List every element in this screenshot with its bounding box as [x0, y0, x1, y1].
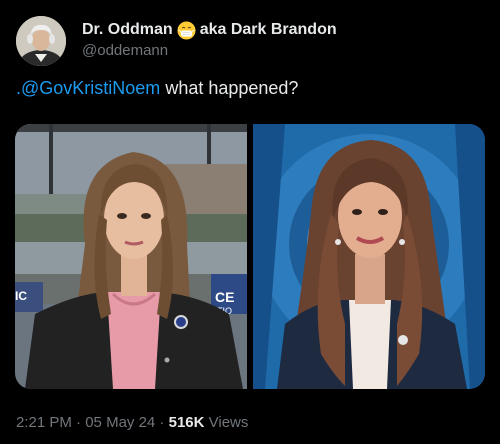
views-count[interactable]: 516K	[169, 414, 205, 431]
tweet-meta: 2:21 PM · 05 May 24 · 516K Views	[16, 414, 248, 431]
tweet-media[interactable]: CE TIO IC	[15, 124, 485, 389]
tweet-time[interactable]: 2:21 PM	[16, 414, 72, 431]
tweet-text: .@GovKristiNoem what happened?	[16, 78, 298, 99]
author-display-name-suffix[interactable]: aka Dark Brandon	[200, 21, 337, 39]
tweet-date[interactable]: 05 May 24	[85, 414, 155, 431]
author-handle[interactable]: @oddemann	[82, 42, 337, 59]
tweet-header: Dr. Oddman aka Dark Brandon @oddemann	[82, 19, 337, 59]
avatar[interactable]	[16, 16, 66, 66]
mask-face-emoji-icon	[177, 20, 196, 40]
author-name-row[interactable]: Dr. Oddman aka Dark Brandon	[82, 19, 337, 41]
left-overlay-text: CE	[215, 289, 234, 305]
left-overlay-text-3: IC	[15, 289, 27, 303]
left-panel: CE TIO IC	[15, 124, 247, 389]
tweet: Dr. Oddman aka Dark Brandon @oddemann .@…	[0, 0, 500, 444]
meta-separator: ·	[71, 414, 86, 431]
views-label: Views	[204, 414, 249, 431]
right-panel	[253, 124, 485, 389]
author-display-name[interactable]: Dr. Oddman	[82, 21, 173, 39]
meta-separator-2: ·	[155, 414, 169, 431]
tweet-body-text: what happened?	[160, 78, 299, 98]
media-image: CE TIO IC	[15, 124, 485, 389]
mention-link[interactable]: .@GovKristiNoem	[16, 78, 160, 98]
portrait-avatar-icon	[16, 16, 66, 66]
